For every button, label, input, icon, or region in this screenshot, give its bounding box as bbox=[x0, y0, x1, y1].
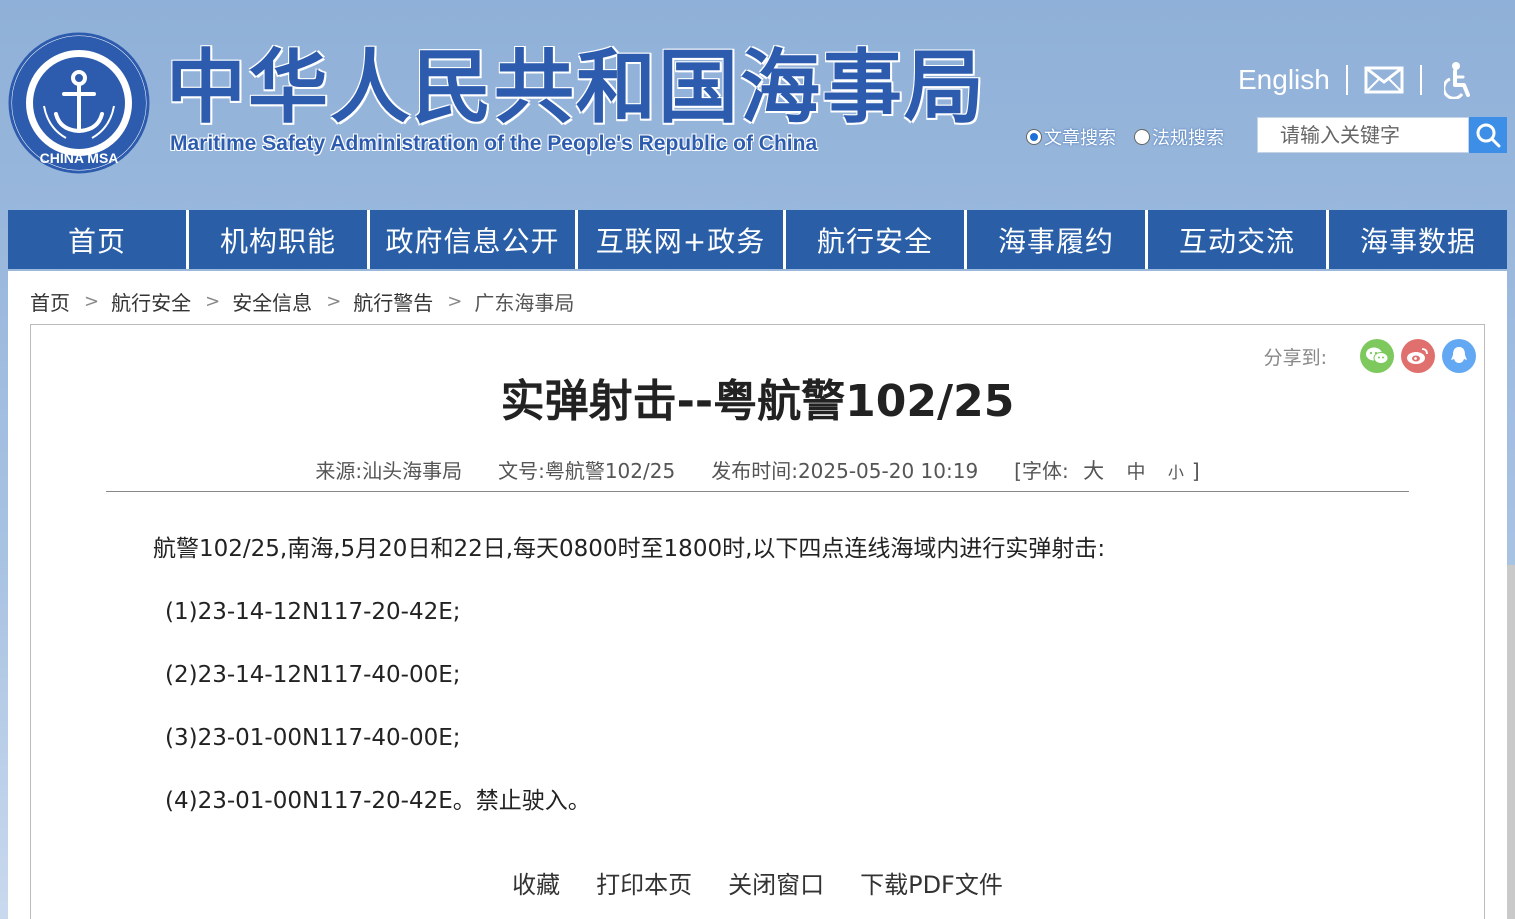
msa-logo-icon[interactable]: CHINA MSA bbox=[8, 32, 150, 174]
site-subtitle: Maritime Safety Administration of the Pe… bbox=[170, 132, 818, 155]
nav-internet-gov[interactable]: 互联网+政务 bbox=[578, 210, 783, 269]
top-links: English bbox=[1238, 58, 1474, 102]
article-paragraph: 航警102/25,南海,5月20日和22日,每天0800时至1800时,以下四点… bbox=[153, 536, 1106, 562]
radio-unselected[interactable] bbox=[1134, 129, 1150, 145]
article-paragraph: (3)23-01-00N117-40-00E; bbox=[165, 725, 461, 751]
site-title[interactable]: 中华人民共和国海事局 bbox=[166, 40, 986, 136]
logo-text: CHINA MSA bbox=[40, 150, 119, 166]
article-paragraph: (4)23-01-00N117-20-42E。禁止驶入。 bbox=[165, 788, 591, 814]
breadcrumb-item[interactable]: 广东海事局 bbox=[474, 287, 574, 316]
article-meta: 来源:汕头海事局 文号:粤航警102/25 发布时间:2025-05-20 10… bbox=[31, 455, 1484, 485]
nav-gov-info[interactable]: 政府信息公开 bbox=[370, 210, 575, 269]
article-doc-number: 文号:粤航警102/25 bbox=[498, 459, 676, 483]
english-link[interactable]: English bbox=[1238, 64, 1330, 96]
scrollbar[interactable] bbox=[1507, 565, 1515, 919]
breadcrumb-item[interactable]: 安全信息 bbox=[232, 287, 312, 316]
close-window-link[interactable]: 关闭窗口 bbox=[728, 865, 824, 900]
nav-navigation-safety[interactable]: 航行安全 bbox=[786, 210, 964, 269]
search-button[interactable] bbox=[1469, 117, 1507, 153]
breadcrumb-item[interactable]: 首页 bbox=[30, 287, 70, 316]
nav-home[interactable]: 首页 bbox=[8, 210, 186, 269]
breadcrumb-separator: > bbox=[205, 291, 221, 312]
font-size-controls: [字体: 大 中 小] bbox=[1014, 459, 1200, 483]
nav-interaction[interactable]: 互动交流 bbox=[1148, 210, 1326, 269]
breadcrumb-item[interactable]: 航行安全 bbox=[111, 287, 191, 316]
font-medium-button[interactable]: 中 bbox=[1126, 461, 1145, 483]
content-area: 首页 > 航行安全 > 安全信息 > 航行警告 > 广东海事局 分享到: 实弹射… bbox=[8, 271, 1507, 919]
article-publish-time: 发布时间:2025-05-20 10:19 bbox=[711, 459, 979, 483]
nav-data[interactable]: 海事数据 bbox=[1329, 210, 1507, 269]
breadcrumb-separator: > bbox=[84, 291, 100, 312]
article: 分享到: 实弹射击--粤航警102/25 来源:汕头海事局 文号:粤航警102/… bbox=[30, 324, 1485, 919]
divider bbox=[1345, 65, 1348, 95]
article-body: 航警102/25,南海,5月20日和22日,每天0800时至1800时,以下四点… bbox=[153, 529, 1105, 844]
article-paragraph: (1)23-14-12N117-20-42E; bbox=[165, 599, 461, 625]
article-actions: 收藏 打印本页 关闭窗口 下载PDF文件 bbox=[31, 865, 1484, 900]
search-input[interactable]: 请输入关键字 bbox=[1257, 117, 1469, 153]
search-option-regulation[interactable]: 法规搜索 bbox=[1134, 124, 1224, 150]
main-nav: 首页 机构职能 政府信息公开 互联网+政务 航行安全 海事履约 互动交流 海事数… bbox=[8, 210, 1507, 269]
print-link[interactable]: 打印本页 bbox=[596, 865, 692, 900]
divider bbox=[106, 491, 1409, 492]
font-small-button[interactable]: 小 bbox=[1168, 463, 1184, 482]
search-options: 文章搜索 法规搜索 bbox=[1026, 124, 1242, 150]
accessibility-icon[interactable] bbox=[1443, 61, 1474, 99]
divider bbox=[1419, 65, 1422, 95]
search-option-article[interactable]: 文章搜索 bbox=[1026, 124, 1116, 150]
nav-compliance[interactable]: 海事履约 bbox=[967, 210, 1145, 269]
breadcrumb-separator: > bbox=[326, 291, 342, 312]
breadcrumb-item[interactable]: 航行警告 bbox=[353, 287, 433, 316]
favorite-link[interactable]: 收藏 bbox=[512, 865, 560, 900]
download-pdf-link[interactable]: 下载PDF文件 bbox=[860, 865, 1003, 900]
site-header: CHINA MSA 中华人民共和国海事局 Maritime Safety Adm… bbox=[0, 0, 1515, 210]
breadcrumb-separator: > bbox=[447, 291, 463, 312]
breadcrumb: 首页 > 航行安全 > 安全信息 > 航行警告 > 广东海事局 bbox=[30, 287, 574, 316]
font-large-button[interactable]: 大 bbox=[1083, 459, 1104, 483]
radio-selected[interactable] bbox=[1026, 129, 1042, 145]
article-paragraph: (2)23-14-12N117-40-00E; bbox=[165, 662, 461, 688]
article-title: 实弹射击--粤航警102/25 bbox=[500, 376, 1015, 427]
article-source: 来源:汕头海事局 bbox=[315, 459, 463, 483]
search-icon bbox=[1476, 123, 1501, 148]
nav-functions[interactable]: 机构职能 bbox=[189, 210, 367, 269]
mail-icon[interactable] bbox=[1364, 65, 1404, 95]
